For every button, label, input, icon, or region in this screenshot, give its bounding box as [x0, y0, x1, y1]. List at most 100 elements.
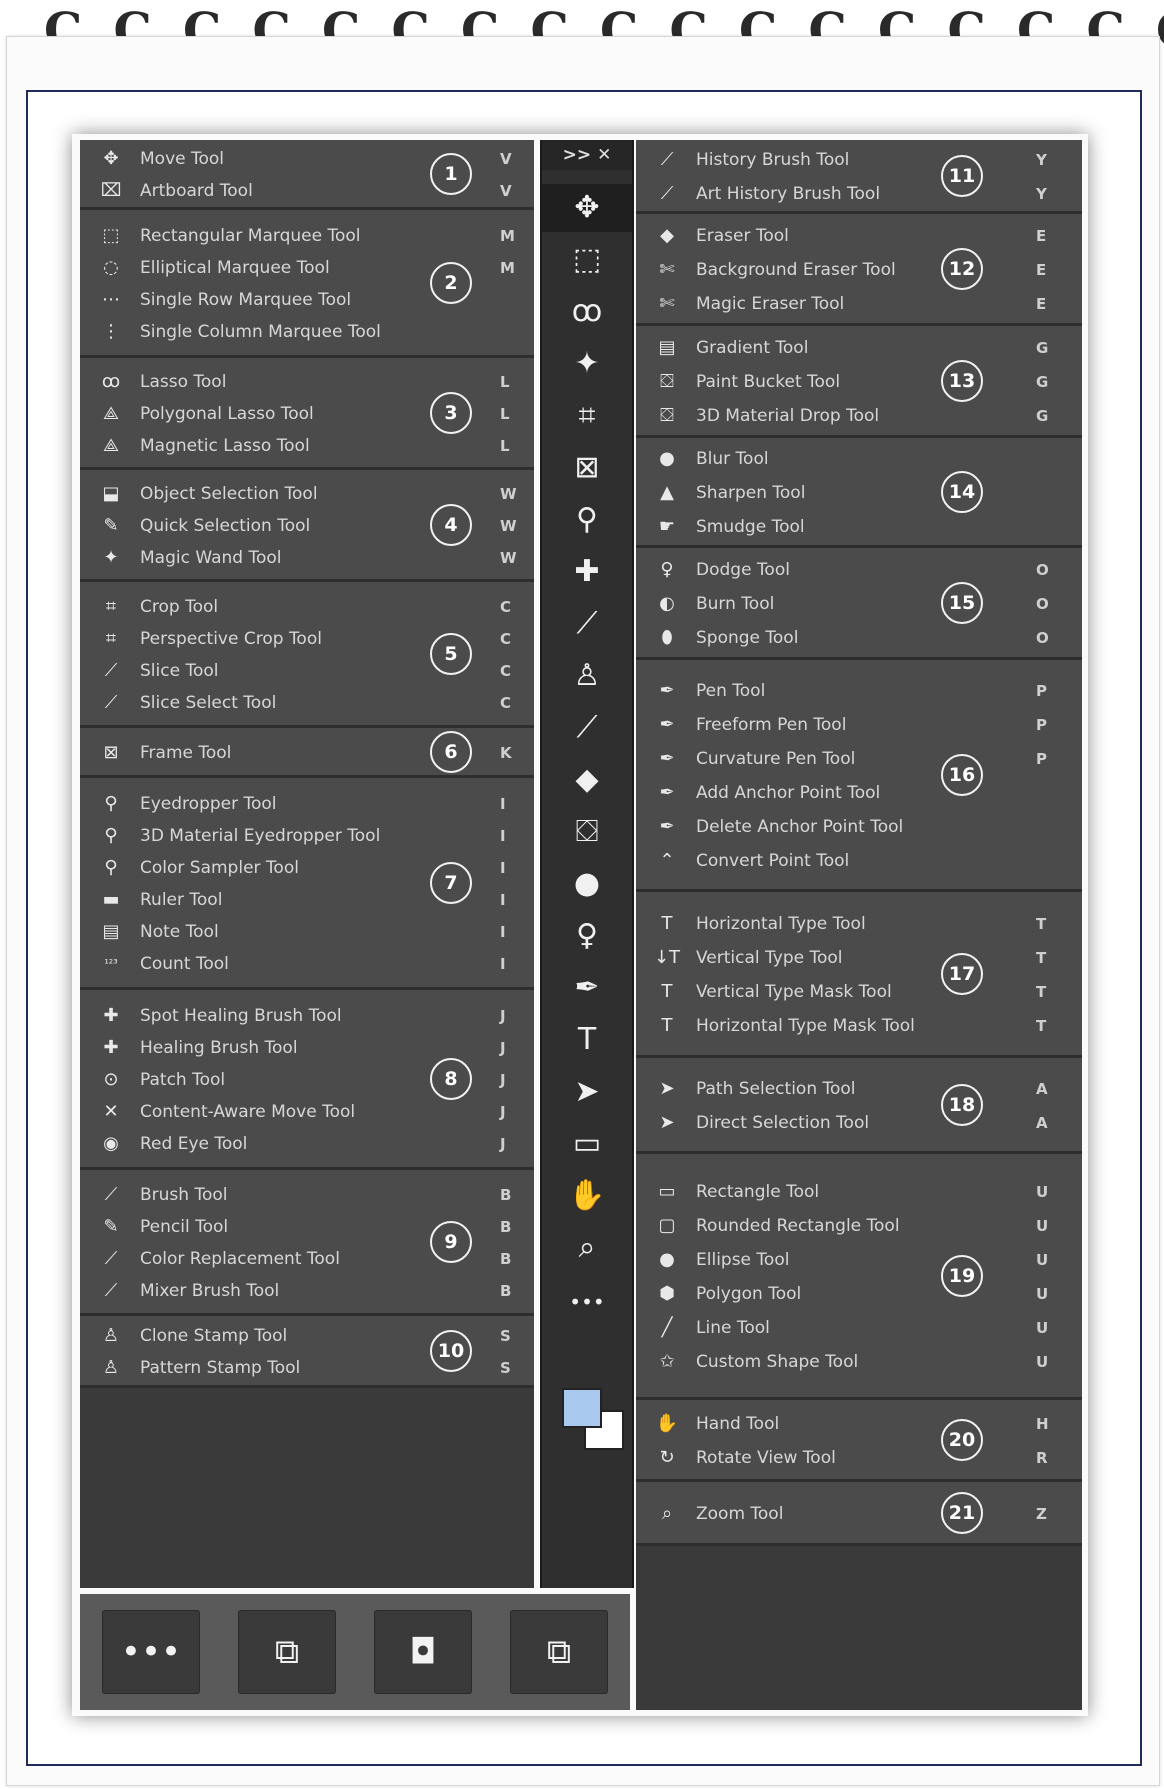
tool-item[interactable]: ⋯ Single Row Marquee Tool — [96, 285, 486, 315]
toolbar-crop-button[interactable]: ⌗ — [542, 392, 632, 440]
tool-item[interactable]: ⟁ Magnetic Lasso Tool — [96, 431, 486, 461]
tool-label: Sponge Tool — [696, 628, 799, 648]
toolbar-frame-button[interactable]: ⊠ — [542, 444, 632, 492]
tool-item[interactable]: ⌃ Convert Point Tool — [652, 846, 1022, 876]
screen-mode-icon: ⧉ — [546, 1632, 572, 1672]
tool-item[interactable]: ⌗ Crop Tool — [96, 592, 486, 622]
tool-item[interactable]: T Horizontal Type Mask Tool — [652, 1011, 1022, 1041]
toolbar-lasso-button[interactable]: ꝏ — [542, 288, 632, 336]
tool-item[interactable]: ⚲ 3D Material Eyedropper Tool — [96, 821, 486, 851]
tool-item[interactable]: ⚲ Color Sampler Tool — [96, 853, 486, 883]
tool-item[interactable]: ⊠ Frame Tool — [96, 738, 486, 768]
tool-item[interactable]: ¹²³ Count Tool — [96, 949, 486, 979]
tool-item[interactable]: ⬮ Sponge Tool — [652, 623, 1022, 653]
tool-item[interactable]: ▢ Rounded Rectangle Tool — [652, 1211, 1022, 1241]
tool-item[interactable]: ✎ Quick Selection Tool — [96, 511, 486, 541]
toolbar-hand-button[interactable]: ✋ — [542, 1172, 632, 1220]
toolbar-paint-bucket-button[interactable]: ⛋ — [542, 808, 632, 856]
tool-item[interactable]: T Horizontal Type Tool — [652, 909, 1022, 939]
path-selection-icon: ➤ — [574, 1074, 600, 1109]
toolbar-move-button[interactable]: ✥ — [542, 184, 632, 232]
shortcut-key: A — [1036, 1114, 1048, 1132]
tool-item[interactable]: ✒ Freeform Pen Tool — [652, 710, 1022, 740]
tool-item[interactable]: ╱ Line Tool — [652, 1313, 1022, 1343]
toolbar-dodge-button[interactable]: ♀ — [542, 912, 632, 960]
toolbar-header[interactable]: >> ✕ — [542, 140, 632, 170]
tool-item[interactable]: ♙ Pattern Stamp Tool — [96, 1353, 486, 1383]
toolbar-rect-marquee-button[interactable]: ⬚ — [542, 236, 632, 284]
tool-item[interactable]: ▤ Note Tool — [96, 917, 486, 947]
toolbar-eraser-button[interactable]: ◆ — [542, 756, 632, 804]
blur-icon: ● — [573, 866, 601, 901]
tool-item[interactable]: ⌧ Artboard Tool — [96, 176, 486, 206]
tool-item[interactable]: ✒ Delete Anchor Point Tool — [652, 812, 1022, 842]
history-brush-icon: ⟋ — [576, 710, 598, 745]
tool-item[interactable]: ✒ Pen Tool — [652, 676, 1022, 706]
tool-item[interactable]: ✕ Content-Aware Move Tool — [96, 1097, 486, 1127]
quick-mask-button[interactable]: ◘ — [374, 1610, 472, 1694]
shortcut-key: I — [500, 827, 506, 845]
tool-group: ✒ Pen Tool P ✒ Freeform Pen Tool P ✒ Curvature … — [636, 660, 1082, 892]
tool-item[interactable]: ꝏ Lasso Tool — [96, 367, 486, 397]
tool-item[interactable]: ▭ Rectangle Tool — [652, 1177, 1022, 1207]
more-button[interactable]: ••• — [102, 1610, 200, 1694]
toolbar-magic-wand-button[interactable]: ✦ — [542, 340, 632, 388]
group-number-badge: 9 — [430, 1220, 472, 1263]
tool-item[interactable]: ◌ Elliptical Marquee Tool — [96, 253, 486, 283]
toolbar-clone-stamp-button[interactable]: ♙ — [542, 652, 632, 700]
tool-item[interactable]: ⌗ Perspective Crop Tool — [96, 624, 486, 654]
tool-item[interactable]: ✩ Custom Shape Tool — [652, 1347, 1022, 1377]
tool-item[interactable]: ☛ Smudge Tool — [652, 512, 1022, 542]
toolbar-blur-button[interactable]: ● — [542, 860, 632, 908]
tool-item[interactable]: ⬓ Object Selection Tool — [96, 479, 486, 509]
tool-item[interactable]: ▤ Gradient Tool — [652, 333, 1022, 363]
group-number-badge: 2 — [430, 261, 472, 304]
tool-item[interactable]: ● Blur Tool — [652, 444, 1022, 474]
tool-item[interactable]: ⟋ Slice Select Tool — [96, 688, 486, 718]
tool-item[interactable]: ⟁ Polygonal Lasso Tool — [96, 399, 486, 429]
shortcut-key: B — [500, 1282, 512, 1300]
tool-item[interactable]: ◆ Eraser Tool — [652, 221, 1022, 251]
tool-item[interactable]: ◉ Red Eye Tool — [96, 1129, 486, 1159]
color-swatches[interactable] — [562, 1388, 624, 1450]
foreground-color-swatch[interactable] — [562, 1388, 602, 1428]
tool-item[interactable]: ⚲ Eyedropper Tool — [96, 789, 486, 819]
screen-mode-button[interactable]: ⧉ — [510, 1610, 608, 1694]
tool-item[interactable]: ✄ Magic Eraser Tool — [652, 289, 1022, 319]
toolbar-eyedropper-button[interactable]: ⚲ — [542, 496, 632, 544]
tool-item[interactable]: ▬ Ruler Tool — [96, 885, 486, 915]
tool-item[interactable]: ⋮ Single Column Marquee Tool — [96, 317, 486, 347]
tool-item[interactable]: ✦ Magic Wand Tool — [96, 543, 486, 573]
swap-colors-button[interactable]: ⧉ — [238, 1610, 336, 1694]
tool-item[interactable]: ♀ Dodge Tool — [652, 555, 1022, 585]
tool-item[interactable]: ⬚ Rectangular Marquee Tool — [96, 221, 486, 251]
tool-item[interactable]: ✚ Healing Brush Tool — [96, 1033, 486, 1063]
toolbar-zoom-button[interactable]: ⌕ — [542, 1224, 632, 1272]
shortcut-key: W — [500, 549, 517, 567]
tool-item[interactable]: ✥ Move Tool — [96, 144, 486, 174]
toolbar-brush-button[interactable]: ⟋ — [542, 600, 632, 648]
shortcut-key: E — [1036, 295, 1047, 313]
quick-mask-icon: ◘ — [409, 1632, 437, 1672]
shortcut-key: E — [1036, 261, 1047, 279]
tool-item[interactable]: ⟋ Brush Tool — [96, 1180, 486, 1210]
tool-item[interactable]: ♙ Clone Stamp Tool — [96, 1321, 486, 1351]
artboard-icon: ⌧ — [100, 180, 122, 201]
toolbar-spot-healing-button[interactable]: ✚ — [542, 548, 632, 596]
tool-label: Magic Wand Tool — [140, 548, 282, 568]
tool-item[interactable]: ⟋ Slice Tool — [96, 656, 486, 686]
shortcut-key: B — [500, 1218, 512, 1236]
toolbar-more-button[interactable]: ••• — [542, 1276, 632, 1324]
toolbar-rectangle-button[interactable]: ▭ — [542, 1120, 632, 1168]
tool-item[interactable]: ⛋ 3D Material Drop Tool — [652, 401, 1022, 431]
tool-item[interactable]: ✚ Spot Healing Brush Tool — [96, 1001, 486, 1031]
tool-item[interactable]: ⟋ Color Replacement Tool — [96, 1244, 486, 1274]
tool-label: Single Row Marquee Tool — [140, 290, 352, 310]
toolbar-pen-button[interactable]: ✒ — [542, 964, 632, 1012]
toolbar-history-brush-button[interactable]: ⟋ — [542, 704, 632, 752]
tool-item[interactable]: ⟋ Mixer Brush Tool — [96, 1276, 486, 1306]
tool-item[interactable]: ⊙ Patch Tool — [96, 1065, 486, 1095]
tool-item[interactable]: ✎ Pencil Tool — [96, 1212, 486, 1242]
toolbar-horizontal-type-button[interactable]: T — [542, 1016, 632, 1064]
toolbar-path-selection-button[interactable]: ➤ — [542, 1068, 632, 1116]
